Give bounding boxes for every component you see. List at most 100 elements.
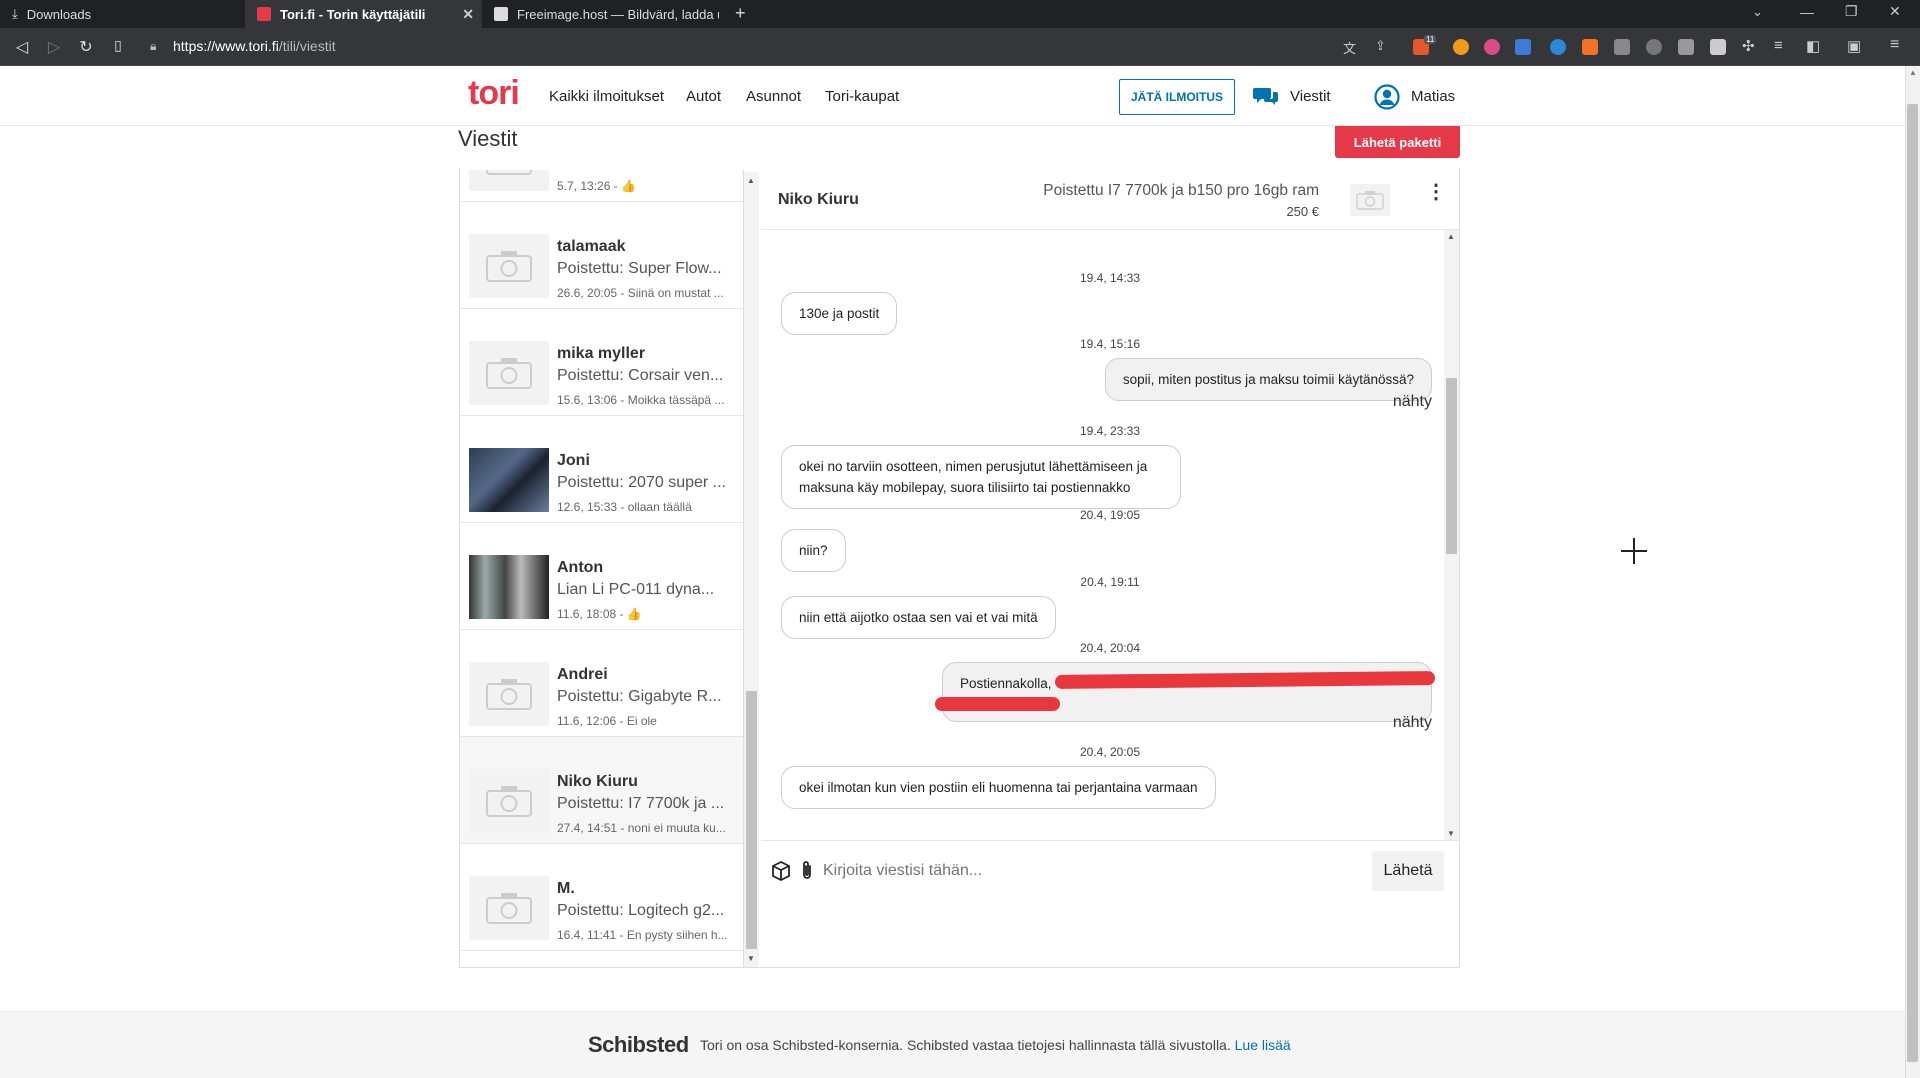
forward-icon[interactable]: ▷ bbox=[44, 37, 64, 57]
tab-tori[interactable]: Tori.fi - Torin käyttäjätili ✕ bbox=[245, 0, 482, 28]
scroll-thumb[interactable] bbox=[1446, 378, 1457, 554]
camera-placeholder-icon bbox=[486, 170, 532, 175]
chat-bubbles-icon bbox=[1253, 88, 1278, 105]
incoming-message: 130e ja postit bbox=[781, 292, 898, 335]
user-avatar-icon bbox=[1374, 84, 1400, 110]
back-icon[interactable]: ◁ bbox=[12, 37, 32, 57]
nav-link-kaikki[interactable]: Kaikki ilmoitukset bbox=[549, 88, 664, 105]
user-nav[interactable] bbox=[1374, 84, 1400, 115]
extension-icon[interactable] bbox=[1515, 39, 1531, 55]
url-path: /tili/viestit bbox=[278, 38, 336, 54]
tab-freeimage[interactable]: Freeimage.host — Bildvärd, ladda upp bbox=[482, 0, 719, 28]
extension-icon[interactable] bbox=[1678, 39, 1694, 55]
conversation-item-title: Poistettu: Gigabyte R... bbox=[557, 688, 722, 705]
conversation-meta: 11.6, 18:08 - 👍 bbox=[557, 607, 642, 621]
extension-icon[interactable] bbox=[1614, 39, 1630, 55]
extension-icon[interactable] bbox=[1582, 39, 1598, 55]
paperclip-icon[interactable] bbox=[799, 860, 815, 882]
message-thread-scrollbar[interactable]: ▲ ▼ bbox=[1444, 230, 1459, 840]
send-package-button[interactable]: Lähetä paketti bbox=[1335, 126, 1460, 158]
browser-tab-bar: ⤓ Downloads Tori.fi - Torin käyttäjätili… bbox=[0, 0, 1920, 28]
camera-placeholder-icon bbox=[486, 786, 532, 817]
tori-favicon-icon bbox=[257, 7, 271, 21]
crosshair-cursor-icon bbox=[1621, 538, 1647, 564]
page-scroll-thumb[interactable] bbox=[1907, 104, 1918, 1062]
scroll-up-icon[interactable]: ▲ bbox=[1447, 232, 1455, 241]
extension-icon[interactable] bbox=[1453, 39, 1469, 55]
restore-icon[interactable]: ❐ bbox=[1845, 3, 1858, 20]
tab-downloads[interactable]: ⤓ Downloads bbox=[0, 0, 245, 28]
extension-icon[interactable] bbox=[1484, 39, 1500, 55]
conversation-item[interactable]: mika myller Poistettu: Corsair ven... 15.6… bbox=[460, 309, 743, 416]
share-icon[interactable]: ⇪ bbox=[1375, 38, 1386, 54]
url-host: https://www.tori.fi bbox=[173, 38, 279, 54]
conversation-item[interactable]: Andrei Poistettu: Gigabyte R... 11.6, 12:0… bbox=[460, 630, 743, 737]
translate-icon[interactable]: 文 bbox=[1343, 38, 1356, 57]
tab-title: Freeimage.host — Bildvärd, ladda upp bbox=[517, 6, 719, 22]
messages-nav-label[interactable]: Viestit bbox=[1290, 88, 1331, 105]
menu-icon[interactable]: ≡ bbox=[1890, 36, 1899, 54]
item-thumbnail-placeholder bbox=[469, 234, 549, 298]
package-icon[interactable] bbox=[771, 861, 791, 881]
reload-icon[interactable]: ↻ bbox=[76, 37, 96, 57]
item-thumbnail-placeholder bbox=[469, 341, 549, 405]
extension-icon[interactable] bbox=[1646, 39, 1662, 55]
tori-logo[interactable]: tori bbox=[468, 74, 520, 113]
extension-icon[interactable] bbox=[1550, 39, 1566, 55]
chat-pane: Niko Kiuru Poistettu I7 7700k ja b150 pr… bbox=[761, 170, 1459, 900]
new-tab-icon[interactable]: + bbox=[735, 3, 746, 24]
conversation-list-scrollbar[interactable]: ▲ ▼ bbox=[744, 172, 759, 967]
bookmark-icon[interactable]: ▯ bbox=[108, 37, 128, 54]
chat-partner-name: Niko Kiuru bbox=[778, 191, 859, 208]
item-thumbnail-placeholder bbox=[469, 769, 549, 833]
puzzle-extensions-icon[interactable]: ✣ bbox=[1742, 37, 1755, 55]
more-options-icon[interactable]: ⋮ bbox=[1426, 182, 1446, 202]
redaction-scribble bbox=[1054, 671, 1436, 689]
incoming-message: niin että aijotko ostaa sen vai et vai m… bbox=[781, 596, 1056, 639]
messages-nav[interactable] bbox=[1253, 86, 1279, 111]
minimize-icon[interactable]: — bbox=[1800, 4, 1814, 20]
incoming-message: niin? bbox=[781, 529, 846, 572]
conversation-item-title: Poistettu: Corsair ven... bbox=[557, 367, 724, 384]
close-tab-icon[interactable]: ✕ bbox=[462, 6, 474, 23]
conversation-item[interactable]: Anton Lian Li PC-011 dyna... 11.6, 18:08 -… bbox=[460, 523, 743, 630]
download-icon: ⤓ bbox=[12, 6, 18, 21]
conversation-item[interactable]: Niko Kiuru Poistettu: I7 7700k ja ... 27.4… bbox=[460, 737, 743, 844]
conversation-meta: 16.4, 11:41 - En pysty siihen h... bbox=[557, 928, 728, 942]
sidebar-icon[interactable]: ◧ bbox=[1806, 37, 1820, 55]
message-timestamp: 19.4, 15:16 bbox=[1079, 337, 1141, 351]
site-header: tori Kaikki ilmoitukset Autot Asunnot To… bbox=[0, 66, 1905, 126]
conversation-item-title: Poistettu: Pelitietokon... bbox=[557, 170, 732, 171]
post-ad-button[interactable]: JÄTÄ ILMOITUS bbox=[1119, 79, 1235, 115]
scroll-down-icon[interactable]: ▼ bbox=[1447, 829, 1455, 838]
user-name[interactable]: Matias bbox=[1411, 88, 1455, 105]
scroll-up-icon[interactable]: ▲ bbox=[747, 176, 755, 185]
conversation-item[interactable]: talamaak Poistettu: Super Flow... 26.6, 20… bbox=[460, 202, 743, 309]
conversation-name: mika myller bbox=[557, 345, 646, 362]
conversation-item[interactable]: Poistettu: Pelitietokon... 5.7, 13:26 - 👍 bbox=[460, 170, 743, 202]
extension-icon[interactable] bbox=[1710, 39, 1726, 55]
send-message-button[interactable]: Lähetä bbox=[1372, 851, 1444, 891]
scroll-up-icon[interactable]: ▲ bbox=[1909, 68, 1917, 77]
chat-item-title[interactable]: Poistettu I7 7700k ja b150 pro 16gb ram bbox=[1043, 182, 1319, 200]
scroll-down-icon[interactable]: ▼ bbox=[747, 954, 755, 963]
wallet-icon[interactable]: ▣ bbox=[1847, 37, 1861, 55]
nav-link-autot[interactable]: Autot bbox=[686, 88, 721, 105]
browser-toolbar: ◁ ▷ ↻ ▯ 🔒︎ https://www.tori.fi/tili/vies… bbox=[0, 28, 1920, 66]
message-timestamp: 20.4, 20:04 bbox=[1079, 641, 1141, 655]
message-text: niin että aijotko ostaa sen vai et vai m… bbox=[799, 610, 1038, 625]
camera-placeholder-icon bbox=[486, 679, 532, 710]
footer-read-more-link[interactable]: Lue lisää bbox=[1235, 1037, 1291, 1053]
nav-link-tori-kaupat[interactable]: Tori-kaupat bbox=[825, 88, 899, 105]
close-window-icon[interactable]: ✕ bbox=[1889, 3, 1901, 20]
url-field[interactable]: https://www.tori.fi/tili/viestit bbox=[173, 38, 336, 54]
conversation-item[interactable]: Joni Poistettu: 2070 super ... 12.6, 15:33… bbox=[460, 416, 743, 523]
scroll-thumb[interactable] bbox=[746, 691, 757, 949]
playlist-icon[interactable]: ≡ bbox=[1774, 37, 1783, 54]
freeimage-favicon-icon bbox=[494, 7, 508, 21]
nav-link-asunnot[interactable]: Asunnot bbox=[746, 88, 801, 105]
message-input[interactable] bbox=[823, 855, 1243, 887]
conversation-meta: 27.4, 14:51 - noni ei muuta ku... bbox=[557, 821, 726, 835]
tab-list-chevron-icon[interactable]: ⌄ bbox=[1752, 4, 1763, 20]
conversation-item[interactable]: M. Poistettu: Logitech g2... 16.4, 11:41 -… bbox=[460, 844, 743, 951]
